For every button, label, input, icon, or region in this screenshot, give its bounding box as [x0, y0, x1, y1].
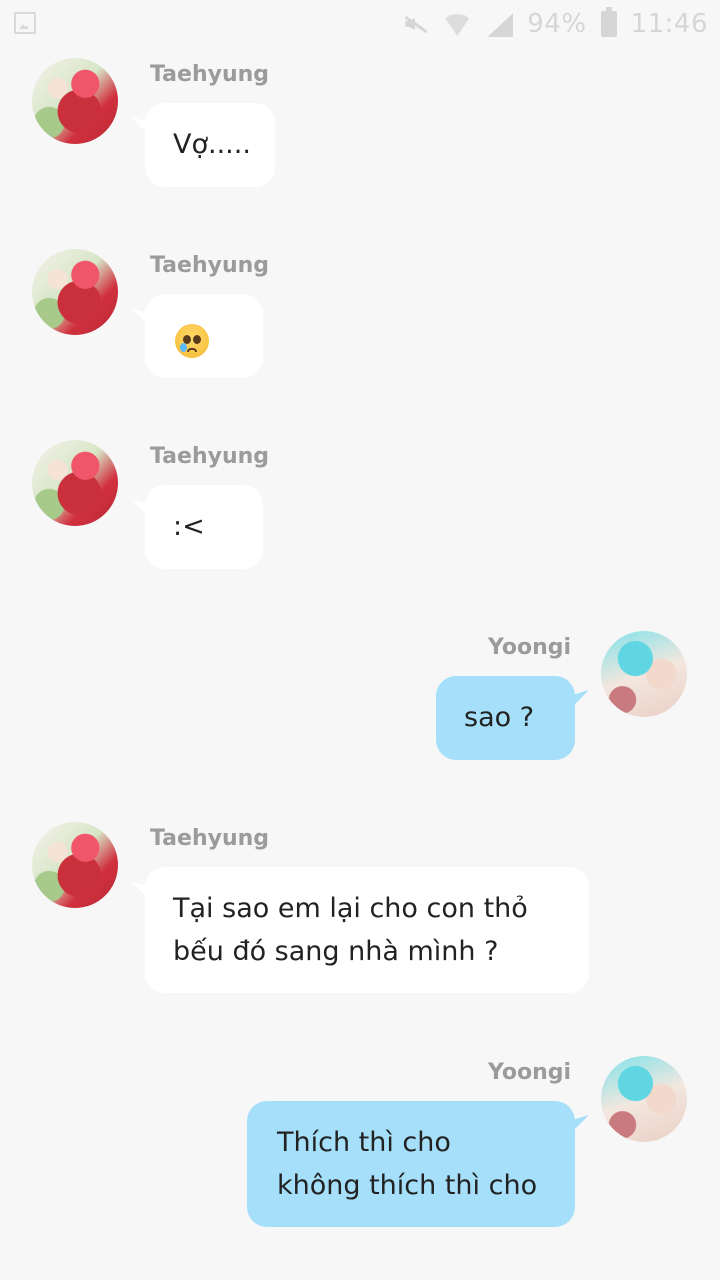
- battery-percentage: 94%: [527, 9, 587, 39]
- signal-icon: [485, 11, 513, 37]
- sender-name: Taehyung: [150, 253, 270, 278]
- message-text: Thích thì cho không thích thì cho: [277, 1127, 538, 1201]
- message-text: Vợ.....: [173, 129, 251, 160]
- message-text: Tại sao em lại cho con thỏ bếu đó sang n…: [173, 893, 528, 967]
- message-bubble[interactable]: :<: [145, 485, 263, 569]
- message-bubble[interactable]: Vợ.....: [145, 103, 275, 187]
- avatar-taehyung[interactable]: [32, 822, 118, 908]
- sender-name: Yoongi: [488, 1060, 572, 1085]
- avatar-taehyung[interactable]: [32, 58, 118, 144]
- avatar-taehyung[interactable]: [32, 440, 118, 526]
- wifi-icon: [443, 11, 471, 37]
- avatar-yoongi[interactable]: [601, 1056, 687, 1142]
- sender-name: Yoongi: [488, 635, 572, 660]
- status-bar-right: 94% 11:46: [401, 7, 708, 40]
- avatar-yoongi[interactable]: [601, 631, 687, 717]
- status-bar: 94% 11:46: [0, 0, 720, 48]
- message-bubble[interactable]: Thích thì cho không thích thì cho: [247, 1101, 575, 1227]
- battery-icon: [600, 7, 617, 37]
- gallery-icon: [14, 12, 36, 34]
- mute-icon: [401, 11, 429, 37]
- sender-name: Taehyung: [150, 444, 270, 469]
- clock: 11:46: [630, 9, 708, 39]
- message-bubble[interactable]: sao ?: [436, 676, 575, 760]
- message-text: :<: [173, 511, 205, 542]
- message-text: sao ?: [464, 702, 535, 733]
- sender-name: Taehyung: [150, 62, 270, 87]
- sender-name: Taehyung: [150, 826, 270, 851]
- avatar-taehyung[interactable]: [32, 249, 118, 335]
- message-bubble[interactable]: [145, 294, 263, 378]
- message-bubble[interactable]: Tại sao em lại cho con thỏ bếu đó sang n…: [145, 867, 589, 993]
- pleading-crying-face-icon: [175, 323, 209, 358]
